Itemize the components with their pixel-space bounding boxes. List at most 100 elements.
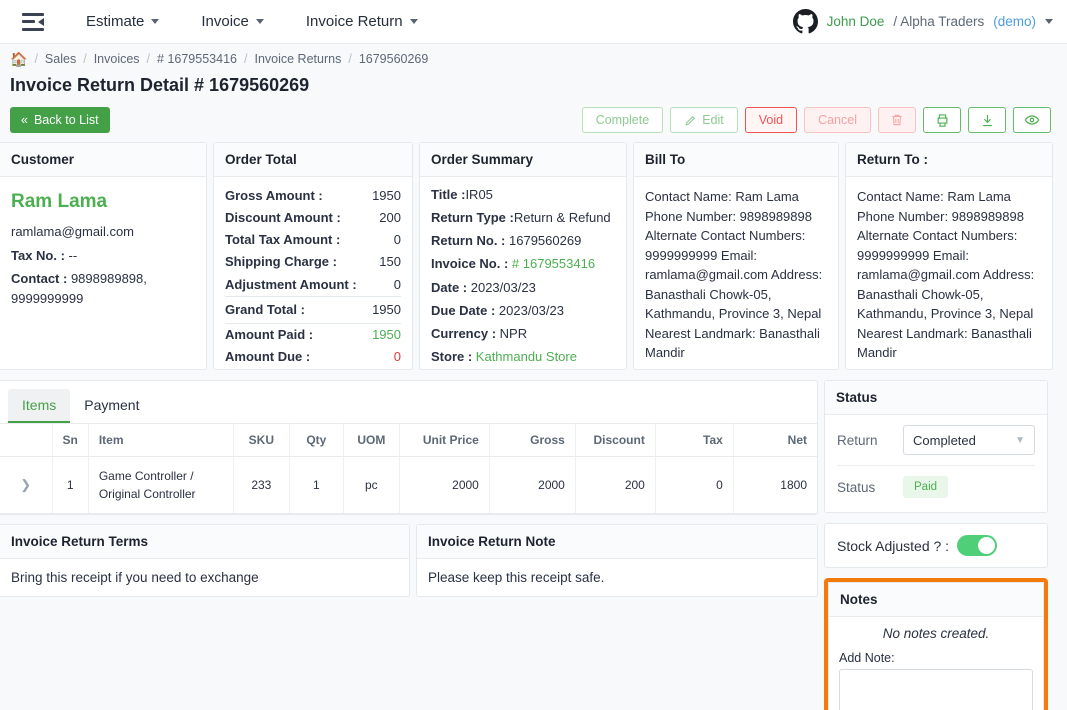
notes-card-title: Notes [829,583,1043,617]
customer-card-title: Customer [0,143,206,177]
summary-title: Title :IR05 [431,187,493,202]
edit-button[interactable]: Edit [670,107,738,133]
home-icon[interactable]: 🏠 [10,51,27,68]
col-uom: UOM [343,423,400,457]
add-note-textarea[interactable] [839,669,1033,710]
main-menu: Estimate Invoice Invoice Return [86,13,418,30]
summary-store: Store : Kathmandu Store [431,348,577,364]
user-name: John Doe [826,14,885,29]
customer-contact: Contact : 9898989898, 9999999999 [11,270,147,306]
terms-and-note-row: Invoice Return Terms Bring this receipt … [0,515,818,597]
status-sidebar: Status Return Completed ▼ Status Paid St… [824,380,1048,710]
customer-card: Customer Ram Lama ramlama@gmail.com Tax … [0,142,207,370]
nav-item-estimate[interactable]: Estimate [86,13,160,30]
breadcrumb-separator: / [348,52,352,66]
items-tabs: Items Payment [0,381,817,423]
summary-currency: Currency : NPR [431,325,528,341]
void-label: Void [758,113,784,127]
complete-button[interactable]: Complete [581,107,664,133]
order-total-row: Total Tax Amount :0 [225,232,401,248]
cancel-button[interactable]: Cancel [804,107,871,133]
breadcrumb-item-invoices[interactable]: Invoices [94,52,140,66]
pencil-icon [685,115,696,126]
chevron-right-icon[interactable]: ❯ [20,477,31,492]
status-card-title: Status [825,381,1047,415]
row-sn: 1 [52,456,89,514]
order-total-row: Gross Amount :1950 [225,188,401,203]
download-icon [982,114,992,126]
summary-return-type: Return Type :Return & Refund [431,210,611,226]
nav-item-invoice-return[interactable]: Invoice Return [306,13,418,30]
bill-to-card-title: Bill To [634,143,838,177]
row-tax: 0 [655,456,734,514]
order-total-row: Shipping Charge :150 [225,254,401,270]
order-total-row: Discount Amount :200 [225,210,401,226]
complete-label: Complete [595,113,650,127]
summary-date: Date : 2023/03/23 [431,279,536,295]
nav-item-invoice[interactable]: Invoice [201,13,264,30]
return-status-label: Return [837,432,878,448]
breadcrumb-item-sales[interactable]: Sales [45,52,76,66]
trash-icon [892,114,902,126]
bill-to-card: Bill To Contact Name: Ram Lama Phone Num… [633,142,839,370]
col-discount: Discount [575,423,656,457]
table-row: ❯ 1 Game Controller / Original Controlle… [0,456,817,514]
customer-tax-no: Tax No. : -- [11,247,78,263]
stock-adjusted-label: Stock Adjusted ? : [837,537,950,554]
tab-items[interactable]: Items [8,389,71,423]
note-card-title: Invoice Return Note [417,525,817,559]
eye-icon [1024,115,1040,125]
customer-name[interactable]: Ram Lama [11,187,195,216]
chevron-down-icon [409,19,418,24]
breadcrumb-item-invoice-number[interactable]: # 1679553416 [157,52,237,66]
printer-icon [937,113,947,127]
items-table-header-row: Sn Item SKU Qty UOM Unit Price Gross Dis… [0,423,817,457]
demo-badge: (demo) [993,14,1036,29]
chevron-down-icon: ▼ [1015,434,1025,446]
return-status-select[interactable]: Completed ▼ [903,425,1035,455]
row-qty: 1 [289,456,344,514]
items-table: Sn Item SKU Qty UOM Unit Price Gross Dis… [0,423,817,514]
status-badge: Paid [903,476,949,498]
payment-status-row: Status Paid [837,466,1035,508]
nav-item-invoice-return-label: Invoice Return [305,13,403,30]
breadcrumb: 🏠 / Sales / Invoices / # 1679553416 / In… [0,47,1067,71]
tab-payment[interactable]: Payment [70,389,153,423]
row-uom: pc [343,456,400,514]
note-text: Please keep this receipt safe. [428,570,605,585]
stock-adjusted-toggle[interactable] [957,535,998,556]
user-menu[interactable]: John Doe / Alpha Traders (demo) [792,9,1053,34]
top-navigation-bar: Estimate Invoice Invoice Return John Doe… [0,0,1067,44]
back-to-list-button[interactable]: « Back to List [10,107,110,133]
preview-button[interactable] [1013,107,1051,133]
breadcrumb-separator: / [83,52,87,66]
invoice-return-terms-card: Invoice Return Terms Bring this receipt … [0,524,410,597]
row-unit-price: 2000 [399,456,490,514]
row-sku: 233 [233,456,290,514]
customer-email: ramlama@gmail.com [11,224,134,240]
store-link[interactable]: Kathmandu Store [476,349,577,364]
edit-label: Edit [702,113,724,127]
terms-card-title: Invoice Return Terms [0,525,409,559]
menu-fold-icon[interactable] [22,12,44,31]
col-expander [0,423,53,457]
chevron-down-icon [151,19,160,24]
print-button[interactable] [923,107,961,133]
nav-item-estimate-label: Estimate [86,13,145,30]
delete-button[interactable] [878,107,916,133]
breadcrumb-item-invoice-returns[interactable]: Invoice Returns [254,52,341,66]
return-status-row: Return Completed ▼ [837,415,1035,466]
order-total-due-row: Amount Due :0 [225,348,401,364]
download-button[interactable] [968,107,1006,133]
bill-to-address: Contact Name: Ram Lama Phone Number: 989… [645,189,823,360]
row-expander-cell[interactable]: ❯ [0,456,53,514]
void-button[interactable]: Void [744,107,798,133]
invoice-return-note-card: Invoice Return Note Please keep this rec… [416,524,818,597]
col-tax: Tax [655,423,734,457]
nav-item-invoice-label: Invoice [201,13,249,30]
stock-adjusted-card: Stock Adjusted ? : [824,523,1048,568]
col-item: Item [88,423,234,457]
invoice-no-link[interactable]: # 1679553416 [512,256,595,271]
row-gross: 2000 [489,456,576,514]
status-card: Status Return Completed ▼ Status Paid [824,380,1048,513]
